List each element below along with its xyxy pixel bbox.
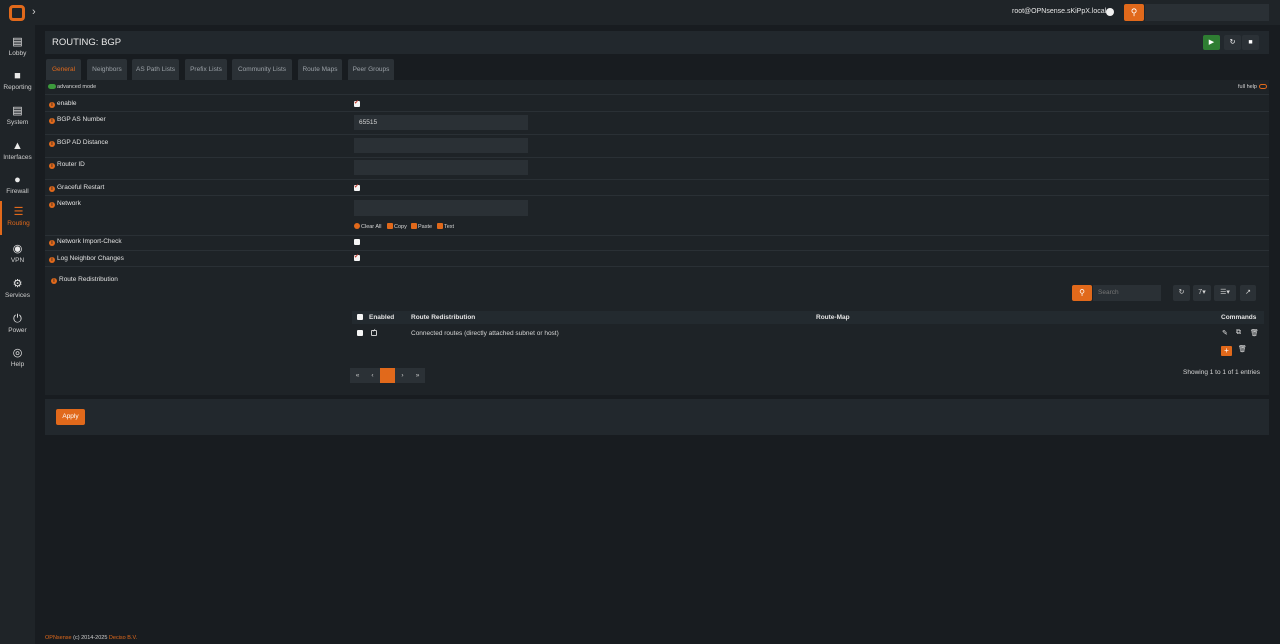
sidebar-item-help[interactable]: ◎ Help — [0, 342, 35, 376]
column-enabled[interactable]: Enabled — [369, 314, 394, 321]
chart-icon: ■ — [14, 70, 21, 82]
sidebar: ▤ Lobby ■ Reporting ▤ System ▲ Interface… — [0, 25, 35, 644]
sidebar-item-firewall[interactable]: ● Firewall — [0, 169, 35, 203]
page-prev-button[interactable]: ‹ — [365, 368, 380, 383]
page-size-dropdown[interactable]: 7▾ — [1193, 285, 1211, 301]
columns-list-icon[interactable]: ☰▾ — [1214, 285, 1236, 301]
sidebar-item-interfaces[interactable]: ▲ Interfaces — [0, 135, 35, 169]
page-1-button[interactable]: 1 — [380, 368, 395, 383]
sidebar-item-label: Power — [8, 327, 27, 334]
sidebar-item-label: Help — [10, 361, 25, 368]
page-next-button[interactable]: › — [395, 368, 410, 383]
sidebar-item-label: VPN — [10, 257, 25, 264]
page-title: ROUTING: BGP — [52, 37, 122, 48]
global-search-input[interactable] — [1145, 4, 1269, 21]
footer-copyright: (c) 2014-2025 — [73, 635, 108, 641]
enabled-check-icon[interactable] — [371, 328, 377, 336]
delete-selected-icon[interactable]: 🗑 — [1238, 345, 1247, 353]
laptop-icon: ▤ — [12, 36, 23, 48]
top-bar: › root@OPNsense.sKiPpX.local ⚲ — [0, 0, 1280, 25]
sidebar-item-routing[interactable]: ☰ Routing — [0, 201, 35, 235]
apply-button[interactable]: Apply — [56, 409, 85, 425]
table-header: Enabled Route Redistribution Route-Map C… — [352, 311, 1264, 324]
sidebar-item-label: Routing — [7, 220, 30, 227]
sidebar-item-lobby[interactable]: ▤ Lobby — [0, 31, 35, 65]
stop-icon[interactable]: ■ — [1242, 35, 1259, 50]
column-route-redistribution[interactable]: Route Redistribution — [411, 314, 475, 321]
sidebar-item-label: Firewall — [6, 188, 29, 195]
grid-search-icon[interactable]: ⚲ — [1072, 285, 1092, 301]
sidebar-item-label: Interfaces — [3, 154, 32, 161]
sidebar-item-label: Services — [5, 292, 30, 299]
tab-prefix-lists[interactable]: Prefix Lists — [185, 59, 227, 80]
cell-route-redistribution: Connected routes (directly attached subn… — [411, 330, 559, 337]
column-route-map[interactable]: Route-Map — [816, 314, 850, 321]
sidebar-item-label: System — [6, 119, 29, 126]
page-first-button[interactable]: « — [350, 368, 365, 383]
edit-icon[interactable]: ✎ — [1222, 329, 1228, 337]
grid-search-input[interactable] — [1093, 285, 1161, 301]
showing-entries-text: Showing 1 to 1 of 1 entries — [1183, 369, 1260, 376]
plug-icon: ⏻ — [13, 313, 22, 325]
route-redistribution-grid: ⚲ ↻ 7▾ ☰▾ ↗ Enabled Route Redistribution… — [45, 80, 1269, 395]
select-all-checkbox[interactable] — [357, 314, 363, 320]
footer-brand-link[interactable]: OPNsense — [45, 635, 72, 641]
opnsense-logo-icon[interactable] — [9, 5, 25, 21]
tab-neighbors[interactable]: Neighbors — [87, 59, 127, 80]
reload-icon[interactable]: ↻ — [1224, 35, 1241, 50]
tab-peer-groups[interactable]: Peer Groups — [348, 59, 394, 80]
server-icon: ▤ — [12, 105, 23, 117]
clone-icon[interactable]: ⧉ — [1236, 329, 1241, 337]
footer: OPNsense (c) 2014-2025 Deciso B.V. — [45, 635, 137, 641]
sidebar-item-services[interactable]: ⚙ Services — [0, 273, 35, 307]
globe-icon: ◉ — [12, 243, 23, 255]
chevron-right-icon[interactable]: › — [32, 6, 36, 18]
fire-icon: ● — [14, 174, 21, 186]
footer-company-link[interactable]: Deciso B.V. — [109, 635, 137, 641]
play-icon[interactable]: ▶ — [1203, 35, 1220, 50]
add-button[interactable]: + — [1221, 346, 1232, 356]
page-last-button[interactable]: » — [410, 368, 425, 383]
tab-community-lists[interactable]: Community Lists — [232, 59, 292, 80]
user-label[interactable]: root@OPNsense.sKiPpX.local — [1012, 8, 1106, 15]
row-select-checkbox[interactable] — [357, 330, 363, 336]
sidebar-item-vpn[interactable]: ◉ VPN — [0, 238, 35, 272]
sidebar-item-label: Lobby — [8, 50, 27, 57]
tab-route-maps[interactable]: Route Maps — [298, 59, 342, 80]
sitemap-icon: ▲ — [12, 140, 23, 152]
search-icon[interactable]: ⚲ — [1124, 4, 1144, 21]
sidebar-item-reporting[interactable]: ■ Reporting — [0, 65, 35, 99]
export-icon[interactable]: ↗ — [1240, 285, 1256, 301]
tab-as-path-lists[interactable]: AS Path Lists — [132, 59, 179, 80]
gear-icon: ⚙ — [12, 278, 23, 290]
theme-toggle-icon[interactable] — [1106, 8, 1114, 16]
delete-icon[interactable]: 🗑 — [1250, 329, 1259, 337]
sidebar-item-system[interactable]: ▤ System — [0, 100, 35, 134]
sidebar-item-power[interactable]: ⏻ Power — [0, 308, 35, 342]
column-commands: Commands — [1221, 314, 1257, 321]
page-header: ROUTING: BGP ▶ ↻ ■ — [45, 31, 1269, 54]
sidebar-item-label: Reporting — [3, 84, 32, 91]
tab-general[interactable]: General — [46, 59, 81, 80]
lifebuoy-icon: ◎ — [12, 347, 23, 359]
refresh-icon[interactable]: ↻ — [1173, 285, 1190, 301]
signs-icon: ☰ — [13, 206, 24, 218]
apply-panel: Apply — [45, 399, 1269, 435]
table-row[interactable]: Connected routes (directly attached subn… — [352, 326, 1264, 340]
